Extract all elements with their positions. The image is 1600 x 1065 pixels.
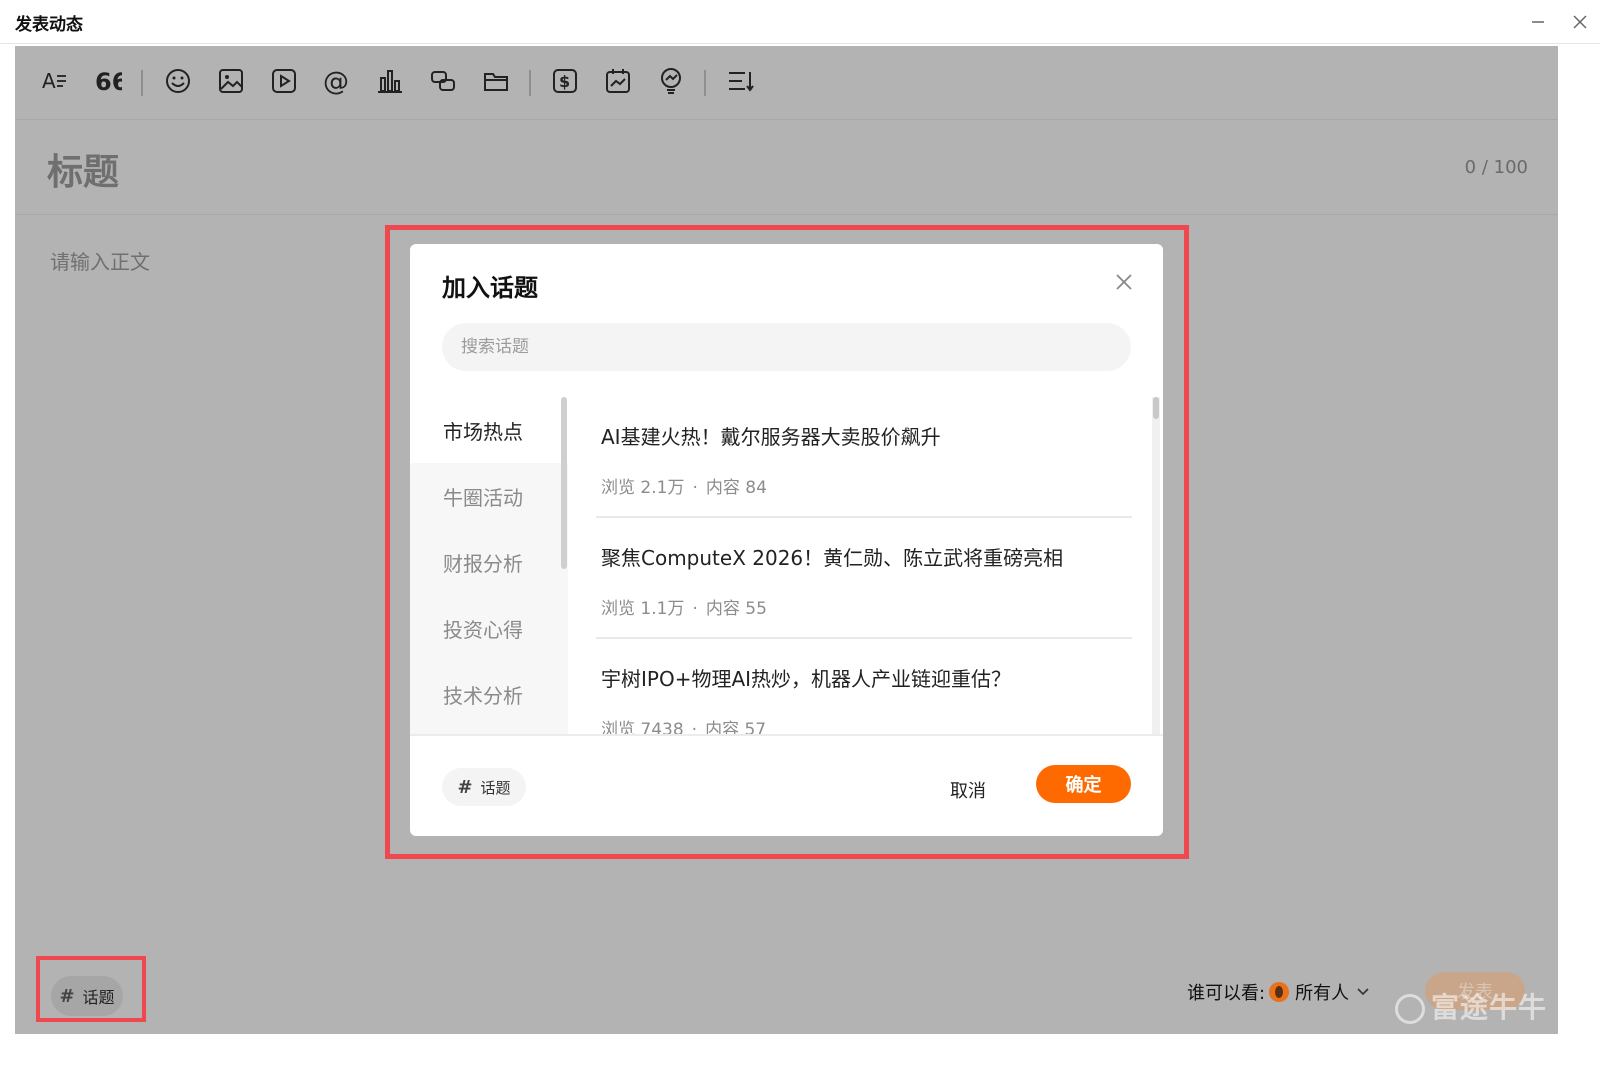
topic-content-count: 内容 57 (705, 720, 767, 734)
topic-views: 浏览 2.1万 (601, 478, 685, 498)
hashtag-icon: # (457, 776, 473, 798)
topic-item[interactable]: 宇树IPO+物理AI热炒，机器人产业链迎重估？ 浏览 7438 · 内容 57 (596, 639, 1132, 734)
toolbar-divider (704, 70, 706, 96)
svg-text:@: @ (323, 67, 349, 96)
add-topic-dialog: 加入话题 市场热点 牛圈活动 财报分析 投资心得 技术分析 AI基建火热！戴尔服… (410, 244, 1163, 836)
close-window-icon[interactable] (1566, 8, 1594, 36)
topic-title: AI基建火热！戴尔服务器大卖股价飙升 (601, 425, 941, 449)
category-item-earnings[interactable]: 财报分析 (410, 529, 568, 595)
topic-content-count: 内容 84 (705, 478, 767, 498)
close-icon[interactable] (1110, 268, 1138, 296)
list-indent-icon[interactable] (723, 64, 757, 98)
topic-meta: 浏览 2.1万 · 内容 84 (601, 478, 767, 498)
topic-list: AI基建火热！戴尔服务器大卖股价飙升 浏览 2.1万 · 内容 84 聚焦Compu… (596, 397, 1132, 734)
link-icon[interactable] (426, 64, 460, 98)
svg-text:66: 66 (95, 68, 122, 96)
category-item-market-hot[interactable]: 市场热点 (410, 397, 568, 463)
minimize-icon[interactable] (1524, 8, 1552, 36)
text-format-icon[interactable]: A (37, 64, 71, 98)
scrollbar-thumb[interactable] (1153, 397, 1159, 419)
dollar-icon[interactable]: $ (548, 64, 582, 98)
category-list: 市场热点 牛圈活动 财报分析 投资心得 技术分析 (410, 397, 568, 734)
title-input[interactable]: 标题 (47, 143, 119, 195)
dialog-title: 加入话题 (442, 274, 538, 302)
topic-item[interactable]: 聚焦ComputeX 2026！黄仁勋、陈立武将重磅亮相 浏览 1.1万 · 内容 … (596, 518, 1132, 639)
mention-icon[interactable]: @ (320, 64, 354, 98)
category-item-events[interactable]: 牛圈活动 (410, 463, 568, 529)
confirm-button[interactable]: 确定 (1036, 765, 1131, 803)
cancel-button[interactable]: 取消 (936, 774, 1000, 806)
svg-text:$: $ (559, 72, 570, 91)
category-scrollbar[interactable] (561, 397, 567, 569)
visibility-avatar-icon (1269, 982, 1290, 1002)
watermark: 富途牛牛 (1395, 986, 1547, 1026)
category-item-insights[interactable]: 投资心得 (410, 595, 568, 661)
chevron-down-icon (1357, 984, 1369, 1000)
title-row: 标题 0 / 100 (15, 121, 1558, 215)
editor-toolbar: A 66 @ $ (15, 46, 1558, 120)
emoji-icon[interactable] (161, 64, 195, 98)
image-icon[interactable] (214, 64, 248, 98)
folder-icon[interactable] (479, 64, 513, 98)
idea-icon[interactable] (654, 64, 688, 98)
visibility-label: 谁可以看: (1187, 983, 1266, 1004)
body-input[interactable]: 请输入正文 (50, 246, 150, 275)
selected-topic-chip: # 话题 (442, 768, 526, 806)
topic-content-count: 内容 55 (705, 599, 767, 619)
toolbar-divider (141, 70, 143, 96)
calendar-chart-icon[interactable] (601, 64, 635, 98)
window-title: 发表动态 (15, 15, 83, 35)
visibility-value: 所有人 (1295, 983, 1350, 1004)
topic-item[interactable]: AI基建火热！戴尔服务器大卖股价飙升 浏览 2.1万 · 内容 84 (596, 397, 1132, 518)
topic-list-scrollbar[interactable] (1152, 397, 1160, 734)
selected-topic-label: 话题 (480, 778, 511, 797)
chart-icon[interactable] (373, 64, 407, 98)
topic-meta: 浏览 1.1万 · 内容 55 (601, 599, 767, 619)
watermark-text: 富途牛牛 (1431, 991, 1548, 1024)
topic-title: 宇树IPO+物理AI热炒，机器人产业链迎重估？ (601, 667, 1012, 691)
topic-views: 浏览 1.1万 (601, 599, 685, 619)
dialog-footer: # 话题 取消 确定 (410, 734, 1163, 836)
toolbar-divider (529, 70, 531, 96)
topic-button-label: 话题 (82, 988, 115, 1007)
topic-button[interactable]: # 话题 (51, 976, 123, 1016)
window-titlebar: 发表动态 (0, 0, 1600, 44)
quote-icon[interactable]: 66 (90, 64, 124, 98)
title-char-count: 0 / 100 (1464, 157, 1528, 178)
topic-views: 浏览 7438 (601, 720, 684, 734)
topic-title: 聚焦ComputeX 2026！黄仁勋、陈立武将重磅亮相 (601, 546, 1064, 570)
hashtag-icon: # (59, 985, 75, 1007)
svg-text:A: A (42, 69, 56, 93)
video-icon[interactable] (267, 64, 301, 98)
topic-meta: 浏览 7438 · 内容 57 (601, 715, 766, 734)
category-item-technical[interactable]: 技术分析 (410, 661, 568, 727)
topic-search-input[interactable] (442, 323, 1131, 371)
watermark-logo-icon (1395, 994, 1425, 1024)
visibility-selector[interactable]: 谁可以看: 所有人 (1187, 977, 1369, 1007)
